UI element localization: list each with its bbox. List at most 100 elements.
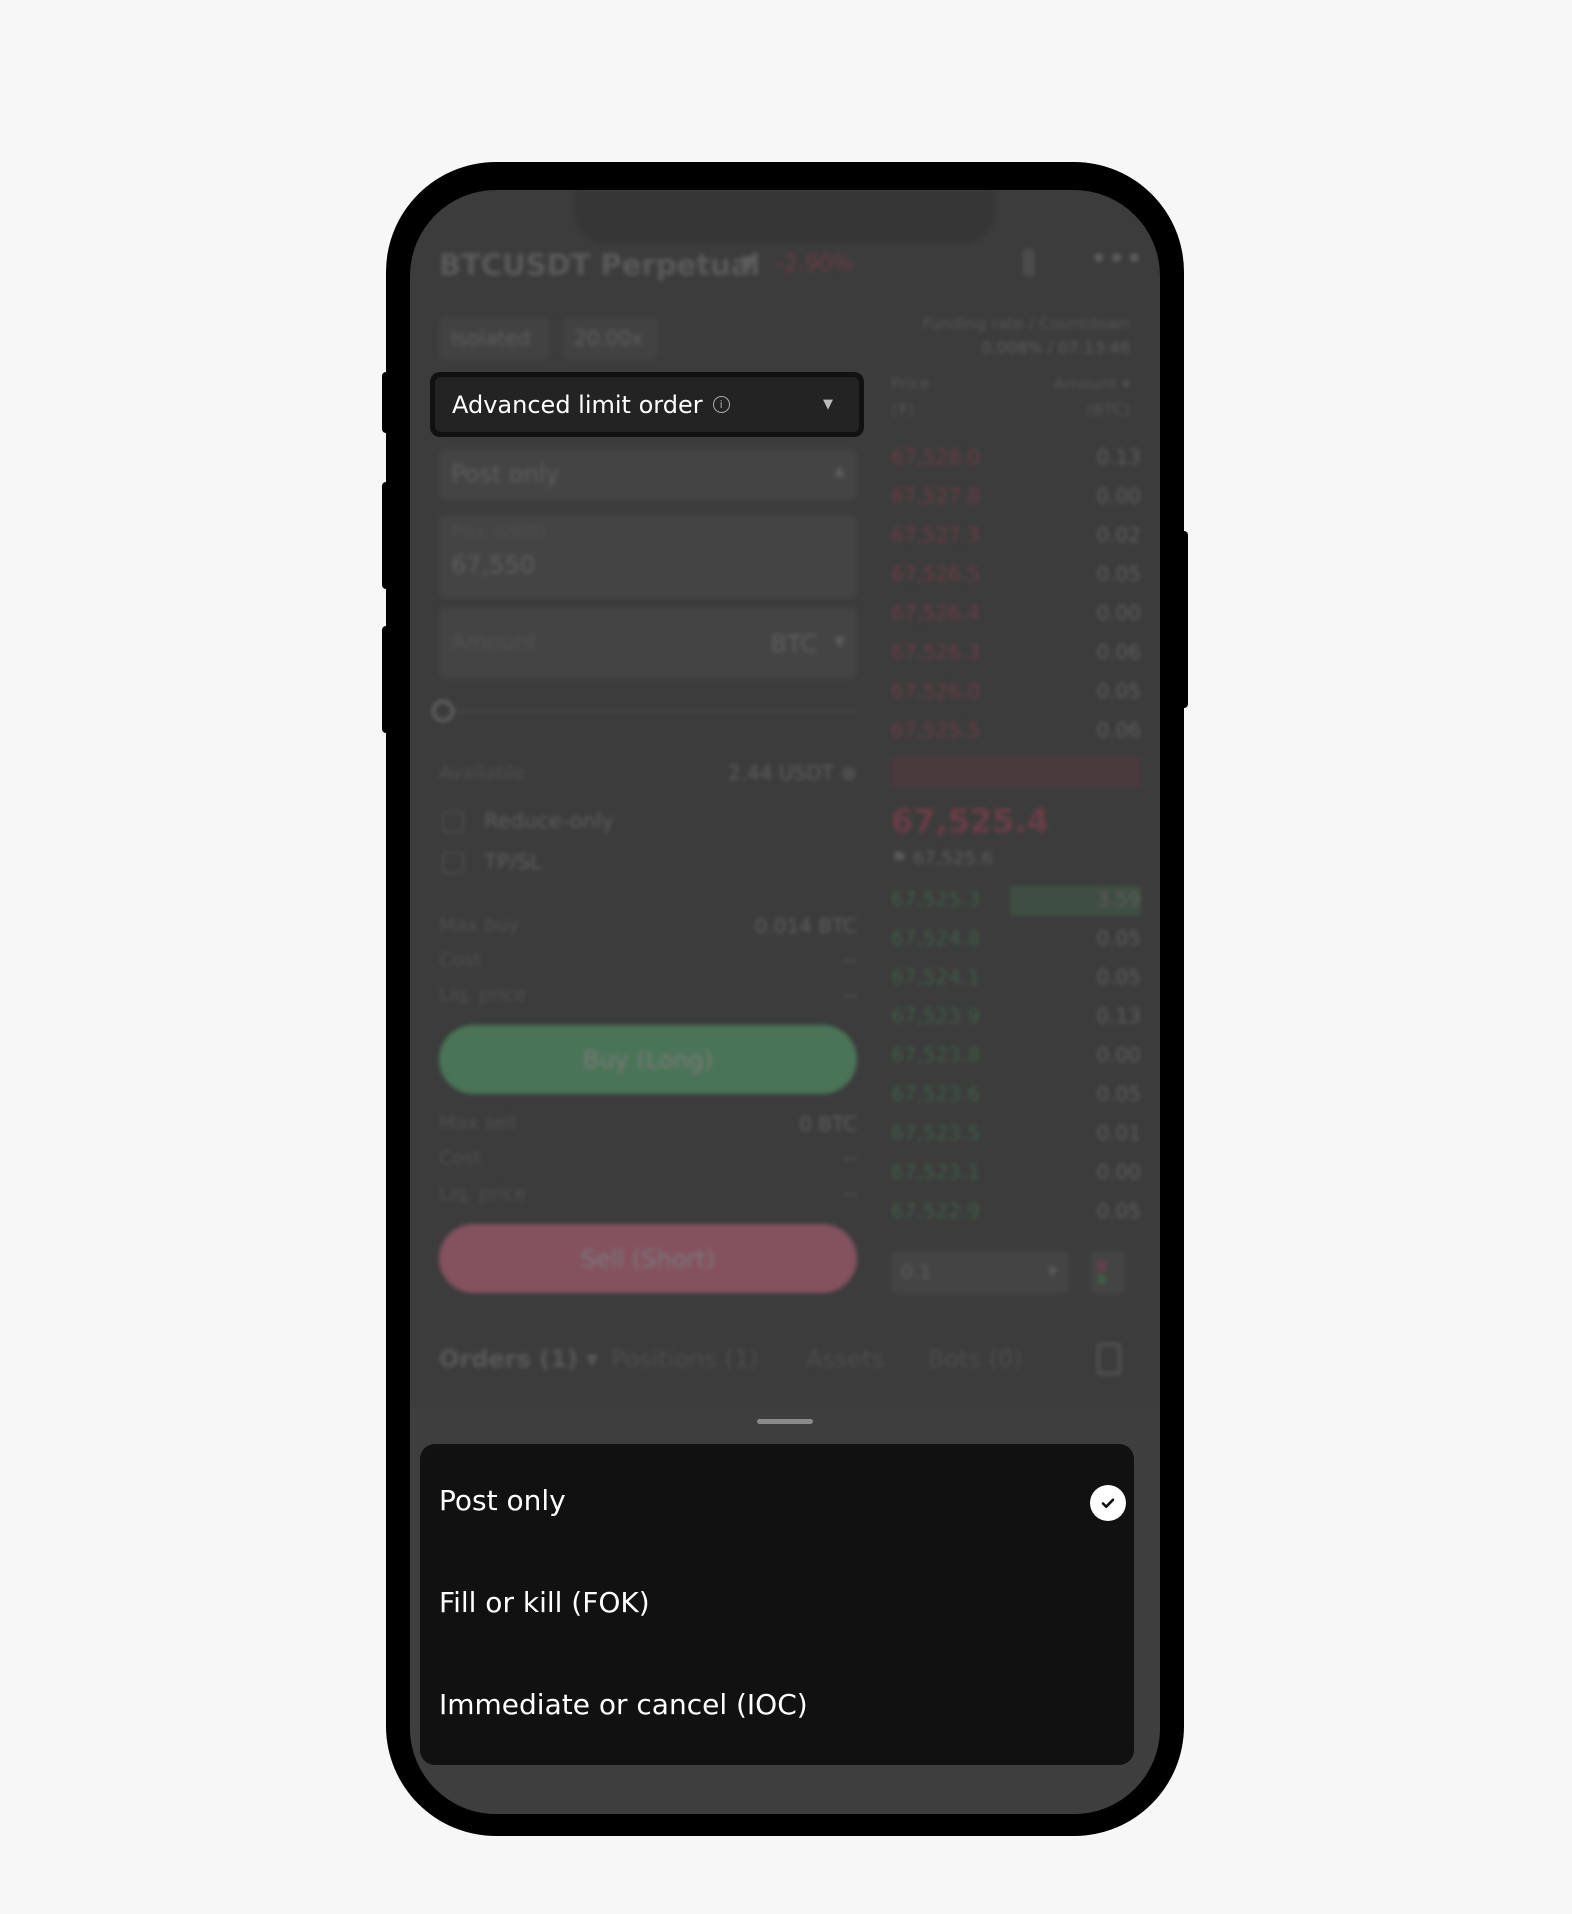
row-price: 67,522.9 (891, 1199, 981, 1223)
row-price: 67,523.9 (891, 1004, 981, 1028)
last-price: 67,525.4 (891, 802, 1049, 840)
row-price: 67,525.3 (891, 887, 981, 911)
chevron-down-icon: ▼ (834, 634, 845, 650)
time-in-force-options: Post only Fill or kill (FOK) Immediate o… (420, 1444, 1134, 1765)
tab-bots[interactable]: Bots (0) (928, 1345, 1023, 1373)
info-icon[interactable]: i (712, 396, 730, 413)
row-amount: 0.13 (1096, 445, 1141, 469)
row-price: 67,523.5 (891, 1121, 981, 1145)
reduce-only-label: Reduce-only (484, 809, 615, 833)
order-type-select[interactable]: Advanced limit order i ▼ (430, 372, 864, 437)
row-amount: 0.05 (1096, 1082, 1141, 1106)
available-value: 2.44 USDT ⊕ (728, 761, 857, 785)
chevron-down-icon: ▼ (1047, 1264, 1057, 1278)
row-price: 67,524.1 (891, 965, 981, 989)
row-amount: 0.00 (1096, 1043, 1141, 1067)
price-change: -2.90% (776, 252, 854, 277)
chevron-down-icon: ▼ (823, 397, 833, 412)
tpsl-checkbox[interactable] (442, 852, 464, 874)
price-input[interactable]: Price (USDT) 67,550 (439, 515, 857, 598)
row-price: 67,523.8 (891, 1043, 981, 1067)
row-amount: 0.05 (1096, 679, 1141, 703)
bid-row[interactable]: 67,522.9 0.05 (891, 1199, 1141, 1229)
bid-row[interactable]: 67,524.1 0.05 (891, 965, 1141, 995)
ask-row[interactable]: 67,526.5 0.05 (891, 562, 1141, 592)
leverage-chip[interactable]: 20.00x (562, 317, 658, 360)
bid-row[interactable]: 67,525.3 3.59 (891, 887, 1141, 917)
bid-row[interactable]: 67,523.8 0.00 (891, 1043, 1141, 1073)
ask-row[interactable]: 67,526.3 0.06 (891, 640, 1141, 670)
amount-slider[interactable] (439, 710, 857, 712)
sell-cost-value: -- (843, 1147, 857, 1169)
row-amount: 3.59 (1096, 887, 1141, 911)
tab-positions[interactable]: Positions (1) (611, 1345, 759, 1373)
book-layout-icon[interactable] (1090, 1251, 1125, 1294)
buy-cost-value: -- (843, 949, 857, 971)
slider-handle[interactable] (432, 700, 454, 722)
bid-row[interactable]: 67,524.8 0.05 (891, 926, 1141, 956)
row-price: 67,527.3 (891, 523, 981, 547)
phone-side-button (382, 626, 390, 733)
margin-mode-chip[interactable]: Isolated (439, 317, 549, 360)
candlestick-icon[interactable]: ⫼ (1022, 246, 1036, 281)
row-amount: 0.00 (1096, 484, 1141, 508)
bid-row[interactable]: 67,523.1 0.00 (891, 1160, 1141, 1190)
sell-cost-label: Cost (439, 1147, 482, 1169)
row-amount: 0.05 (1096, 1199, 1141, 1223)
row-price: 67,524.8 (891, 926, 981, 950)
row-price: 67,527.8 (891, 484, 981, 508)
amount-unit: (BTC) (1086, 400, 1130, 419)
ask-row[interactable]: 67,527.8 0.00 (891, 484, 1141, 514)
selected-check-icon (1090, 1485, 1126, 1521)
amount-input[interactable]: Amount BTC ▼ (439, 608, 857, 679)
notch (574, 190, 995, 244)
ask-row[interactable]: 67,526.4 0.00 (891, 601, 1141, 631)
price-header: Price (891, 374, 931, 393)
bid-row[interactable]: 67,523.5 0.01 (891, 1121, 1141, 1151)
price-unit: (₮) (891, 400, 914, 419)
amount-header[interactable]: Amount ▾ (1054, 374, 1130, 393)
funding-value: 0.008% / 07:13:46 (981, 338, 1130, 357)
chevron-up-icon: ▲ (834, 463, 845, 479)
tab-orders[interactable]: Orders (1) ▾ (439, 1345, 598, 1373)
order-type-label: Advanced limit order (452, 390, 703, 419)
mark-price: ⚑ 67,525.6 (891, 848, 994, 869)
time-in-force-select[interactable]: Post only ▲ (439, 449, 857, 500)
max-sell-value: 0 BTC (799, 1112, 857, 1136)
option-fill-or-kill[interactable]: Fill or kill (FOK) (439, 1586, 650, 1619)
row-price: 67,526.5 (891, 562, 981, 586)
sheet-drag-handle[interactable] (757, 1419, 813, 1424)
max-buy-value: 0.014 BTC (754, 914, 857, 938)
phone-screen: BTCUSDT Perpetual ▼ -2.90% ⫼ ••• Isolate… (410, 190, 1160, 1814)
option-post-only[interactable]: Post only (439, 1484, 566, 1517)
row-price: 67,526.3 (891, 640, 981, 664)
row-amount: 0.00 (1096, 1160, 1141, 1184)
depth-select[interactable]: 0.1 ▼ (891, 1251, 1069, 1294)
ask-row[interactable]: 67,525.5 0.06 (891, 718, 1141, 748)
funding-label: Funding rate / Countdown (922, 314, 1130, 333)
sell-short-button[interactable]: Sell (Short) (439, 1224, 857, 1293)
more-dots-icon[interactable]: ••• (1090, 242, 1143, 277)
reduce-only-checkbox[interactable] (442, 811, 464, 833)
row-amount: 0.01 (1096, 1121, 1141, 1145)
bid-row[interactable]: 67,523.6 0.05 (891, 1082, 1141, 1112)
ask-row[interactable]: 67,526.0 0.05 (891, 679, 1141, 709)
available-label: Available (439, 762, 526, 784)
option-immediate-or-cancel[interactable]: Immediate or cancel (IOC) (439, 1688, 808, 1721)
tab-assets[interactable]: Assets (806, 1345, 884, 1373)
row-price: 67,525.5 (891, 718, 981, 742)
row-amount: 0.05 (1096, 965, 1141, 989)
pair-title[interactable]: BTCUSDT Perpetual (439, 248, 760, 282)
ask-row[interactable]: 67,527.3 0.02 (891, 523, 1141, 553)
row-amount: 0.02 (1096, 523, 1141, 547)
tpsl-label: TP/SL (484, 850, 542, 874)
buy-liq-value: -- (843, 984, 857, 1006)
ask-row[interactable]: 67,528.0 0.13 (891, 445, 1141, 475)
row-price: 67,523.1 (891, 1160, 981, 1184)
bid-row[interactable]: 67,523.9 0.13 (891, 1004, 1141, 1034)
phone-side-button (382, 482, 390, 589)
phone-side-button (1180, 531, 1188, 708)
pair-dropdown-icon[interactable]: ▼ (742, 252, 756, 273)
buy-long-button[interactable]: Buy (Long) (439, 1025, 857, 1094)
order-history-icon[interactable] (1097, 1343, 1121, 1375)
